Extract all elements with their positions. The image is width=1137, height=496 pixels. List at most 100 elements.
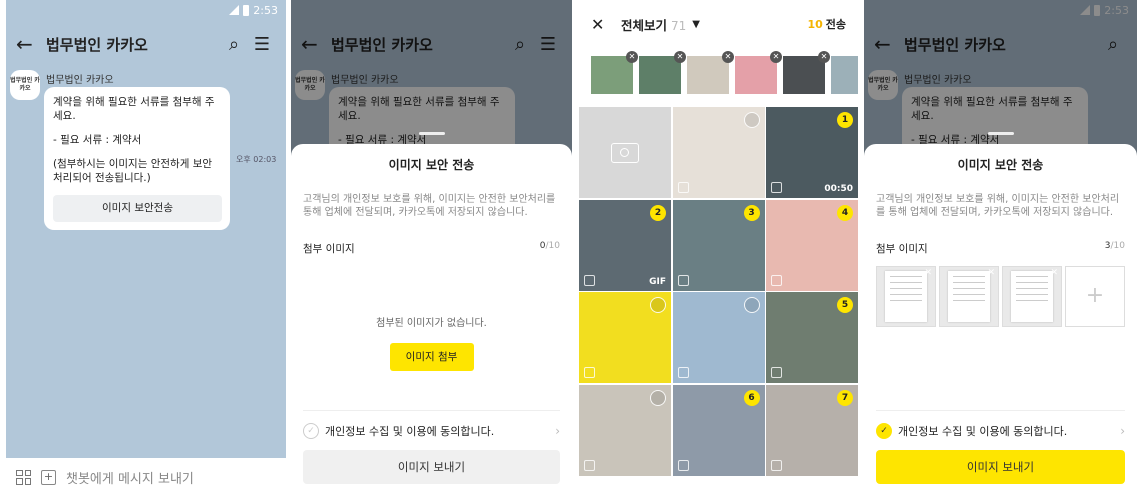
select-badge[interactable]: [650, 389, 666, 406]
attached-image[interactable]: ✕: [1002, 266, 1062, 327]
attach-header: 첨부 이미지 0/10: [291, 241, 572, 256]
selected-thumbnail[interactable]: ✕: [735, 51, 782, 94]
selected-thumbnail[interactable]: ✕: [831, 56, 858, 94]
message-line: (첨부하시는 이미지는 안전하게 보안 처리되어 전송됩니다.): [53, 158, 213, 184]
remove-icon[interactable]: ✕: [1050, 268, 1058, 278]
attach-image-button[interactable]: 이미지 첨부: [389, 343, 474, 371]
photo-cell[interactable]: [672, 107, 765, 198]
remove-icon[interactable]: ✕: [818, 51, 830, 63]
select-badge[interactable]: 6: [743, 389, 760, 406]
empty-text: 첨부된 이미지가 없습니다.: [376, 318, 487, 329]
camera-cell[interactable]: [579, 107, 671, 198]
select-badge[interactable]: [650, 297, 666, 313]
sheet-handle[interactable]: [418, 132, 445, 135]
media-meta: GIF: [649, 276, 666, 287]
sheet-handle[interactable]: [987, 132, 1014, 135]
remove-icon[interactable]: ✕: [987, 268, 995, 278]
expand-icon[interactable]: [771, 274, 782, 286]
agree-row[interactable]: ✓ 개인정보 수집 및 이용에 동의합니다. ›: [303, 410, 560, 439]
select-badge[interactable]: 3: [743, 204, 760, 221]
avatar[interactable]: 법무법인 카카오: [10, 70, 40, 100]
photo-cell[interactable]: 4: [766, 199, 858, 291]
message-input[interactable]: 챗봇에게 메시지 보내기: [66, 468, 194, 487]
select-badge[interactable]: 1: [837, 112, 853, 128]
selected-thumbnail[interactable]: ✕: [591, 51, 638, 94]
expand-icon[interactable]: [677, 367, 689, 378]
status-time: 2:53: [253, 3, 278, 17]
select-badge[interactable]: [743, 112, 760, 128]
expand-icon[interactable]: [677, 274, 689, 286]
select-badge[interactable]: 4: [837, 204, 853, 221]
secure-send-filled-screen: 2:53 ← 법무법인 카카오 ⌕ 법무법인 카카오 법무법인 카카오 계약을 …: [864, 0, 1137, 496]
agree-row[interactable]: ✓ 개인정보 수집 및 이용에 동의합니다. ›: [876, 410, 1125, 439]
signal-icon: [229, 5, 240, 15]
bottom-sheet: 이미지 보안 전송 고객님의 개인정보 보호를 위해, 이미지는 안전한 보안처…: [864, 132, 1137, 496]
select-badge[interactable]: [743, 297, 760, 313]
status-bar: 2:53: [6, 0, 286, 20]
gallery-header: ✕ 전체보기 71 ▼ 10 전송: [579, 0, 858, 48]
close-icon[interactable]: ✕: [591, 15, 613, 34]
photo-cell[interactable]: 6: [672, 384, 765, 476]
expand-icon[interactable]: [771, 182, 782, 193]
chevron-right-icon[interactable]: ›: [1120, 424, 1125, 438]
photo-cell[interactable]: 3: [672, 199, 765, 291]
select-badge[interactable]: 7: [837, 389, 853, 406]
chat-screen: 2:53 ← 법무법인 카카오 ⌕ ☰ 법무법인 카카오 법무법인 카카오 계약…: [6, 0, 286, 496]
bottom-sheet: 이미지 보안 전송 고객님의 개인정보 보호를 위해, 이미지는 안전한 보안처…: [291, 132, 572, 496]
remove-icon[interactable]: ✕: [924, 268, 932, 278]
selected-strip: ✕✕✕✕✕✕: [579, 48, 858, 102]
select-badge[interactable]: 5: [837, 297, 853, 313]
expand-icon[interactable]: [771, 367, 782, 378]
select-badge[interactable]: 2: [650, 204, 666, 221]
album-title[interactable]: 전체보기 71: [621, 15, 686, 34]
expand-icon[interactable]: [584, 459, 595, 471]
photo-cell[interactable]: 5: [766, 292, 858, 383]
photo-cell[interactable]: [672, 292, 765, 383]
battery-icon: [243, 4, 250, 16]
gallery-picker-screen: ✕ 전체보기71 ▼ 10전송 ✕✕✕✕✕✕ 100:502GIF34567: [579, 0, 858, 496]
chat-title: 법무법인 카카오: [46, 35, 148, 54]
sheet-title: 이미지 보안 전송: [957, 158, 1044, 172]
expand-icon[interactable]: [584, 274, 595, 286]
search-icon[interactable]: ⌕: [220, 34, 248, 55]
chevron-right-icon[interactable]: ›: [555, 424, 560, 438]
send-image-button[interactable]: 이미지 보내기: [303, 450, 560, 484]
remove-icon[interactable]: ✕: [722, 51, 734, 63]
attached-image[interactable]: ✕: [876, 266, 936, 327]
expand-icon[interactable]: [677, 182, 689, 193]
add-image-button[interactable]: +: [1065, 266, 1125, 327]
attach-count: 0/10: [539, 241, 560, 251]
selected-thumbnail[interactable]: ✕: [639, 51, 686, 94]
message-time: 오후 02:03: [236, 155, 277, 164]
sender-name: 법무법인 카카오: [46, 75, 114, 86]
chat-input-bar: + 챗봇에게 메시지 보내기: [6, 458, 286, 496]
remove-icon[interactable]: ✕: [770, 51, 782, 63]
photo-grid: 1 00:50 2 GIF 3 4 5 6 7: [579, 107, 858, 476]
chevron-down-icon[interactable]: ▼: [692, 19, 700, 30]
send-selected-button[interactable]: 10 전송: [807, 16, 846, 32]
photo-cell[interactable]: 1 00:50: [766, 107, 858, 198]
secure-image-button[interactable]: 이미지 보안전송: [53, 195, 222, 222]
checkbox-icon[interactable]: ✓: [303, 423, 319, 439]
send-image-button[interactable]: 이미지 보내기: [876, 450, 1125, 484]
photo-cell[interactable]: 7: [766, 384, 858, 476]
selected-thumbnail[interactable]: ✕: [783, 51, 830, 94]
attached-image[interactable]: ✕: [939, 266, 999, 327]
remove-icon[interactable]: ✕: [626, 51, 638, 63]
photo-cell[interactable]: 2 GIF: [579, 199, 671, 291]
expand-icon[interactable]: [771, 459, 782, 471]
checkbox-checked-icon[interactable]: ✓: [876, 423, 892, 439]
menu-icon[interactable]: ☰: [248, 34, 276, 55]
selected-thumbnail[interactable]: ✕: [687, 51, 734, 94]
plus-icon[interactable]: +: [41, 469, 56, 485]
photo-cell[interactable]: [579, 292, 671, 383]
sheet-title: 이미지 보안 전송: [388, 158, 475, 172]
remove-icon[interactable]: ✕: [674, 51, 686, 63]
back-arrow-icon[interactable]: ←: [16, 32, 40, 56]
expand-icon[interactable]: [677, 459, 689, 471]
photo-cell[interactable]: [579, 384, 671, 476]
expand-icon[interactable]: [584, 367, 595, 378]
menu-grid-icon[interactable]: [16, 469, 31, 485]
chat-header: ← 법무법인 카카오 ⌕ ☰: [6, 22, 286, 66]
secure-send-empty-screen: ← 법무법인 카카오 ⌕ ☰ 법무법인 카카오 법무법인 카카오 계약을 위해 …: [291, 0, 572, 496]
